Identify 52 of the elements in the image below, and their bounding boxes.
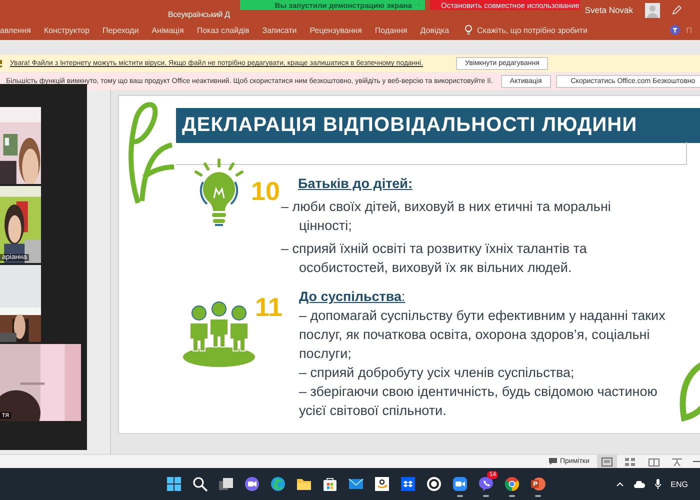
comment-icon bbox=[549, 458, 557, 465]
box-icon bbox=[400, 476, 416, 492]
ribbon-tab[interactable]: авлення bbox=[0, 26, 31, 34]
ribbon-tab[interactable]: Показ слайдів bbox=[196, 26, 250, 34]
ribbon-tab[interactable]: Довідка bbox=[420, 26, 450, 34]
item-number: 11 bbox=[255, 292, 282, 323]
ribbon-tab[interactable]: Конструктор bbox=[44, 26, 90, 34]
task-view-icon bbox=[218, 476, 234, 492]
mail-icon bbox=[348, 476, 364, 492]
ribbon-tab[interactable]: Анімація bbox=[152, 26, 184, 34]
leaf-logo-icon bbox=[126, 101, 176, 205]
presentation-app-icon bbox=[530, 476, 546, 492]
chrome-logo-icon bbox=[504, 476, 520, 492]
microphone-icon[interactable] bbox=[654, 479, 661, 489]
pen-icon[interactable] bbox=[672, 5, 682, 15]
ribbon-tab[interactable]: Подання bbox=[374, 26, 408, 34]
tell-me-search[interactable]: Скажіть, що потрібно зробити bbox=[465, 25, 588, 35]
view-button[interactable] bbox=[597, 455, 617, 468]
lightbulb-icon bbox=[465, 25, 472, 35]
section-heading: Батьків до дітей: bbox=[297, 175, 414, 193]
ribbon-tab[interactable]: Переходи bbox=[102, 26, 139, 34]
search-icon bbox=[192, 476, 208, 492]
video-camera-icon bbox=[452, 476, 468, 492]
book-view-icon bbox=[648, 456, 660, 466]
bullet-text: – сприяй їхній освіті та розвитку їхніх талантів та особистостей, виховуй їх як вільних людей. bbox=[281, 240, 588, 277]
video-chat-icon bbox=[244, 476, 260, 492]
section-heading: До суспільства: bbox=[299, 288, 406, 306]
user-name: Sveta Novak bbox=[584, 5, 633, 15]
store-bag-icon bbox=[322, 476, 338, 492]
ribbon-tab[interactable]: Рецензування bbox=[310, 26, 362, 34]
bullet-text: – допомагай суспільству бути ефективним у наданні таких послуг, як початкова освіта, охорона здоров’я, соціальні послуги; bbox=[299, 307, 666, 363]
item-number: 10 bbox=[251, 176, 280, 207]
language-indicator[interactable]: ENG bbox=[670, 480, 688, 488]
phone-bubble-icon bbox=[478, 476, 494, 492]
ring-logo-icon bbox=[426, 476, 442, 492]
folder-icon bbox=[296, 476, 312, 492]
cloud-icon[interactable] bbox=[634, 480, 645, 488]
browser-icon bbox=[270, 476, 286, 492]
normal-view-icon bbox=[601, 456, 614, 466]
warning-icon bbox=[0, 59, 4, 68]
slide-title: ДЕКЛАРАЦІЯ ВІДПОВІДАЛЬНОСТІ ЛЮДИНИ bbox=[182, 114, 638, 137]
grid-view-icon bbox=[624, 456, 636, 466]
bullet-text: – зберігаючи свою ідентичність, будь свідомою частиною усієї світової спільноти. bbox=[299, 383, 658, 420]
bullet-text: – сприяй добробуту усіх членів суспільства; bbox=[299, 364, 576, 382]
windows-logo-icon bbox=[166, 476, 182, 492]
ribbon-tab[interactable]: Записати bbox=[262, 26, 297, 34]
avatar-icon[interactable] bbox=[645, 2, 660, 18]
bullet-text: – люби своїх дітей, виховуй в них етичні та моральні цінності; bbox=[281, 198, 612, 235]
chevron-up-icon[interactable] bbox=[616, 482, 624, 486]
teams-icon[interactable] bbox=[670, 25, 680, 35]
window-title: Всеукраїнський Д bbox=[168, 10, 230, 19]
screen-stand-icon bbox=[671, 456, 684, 466]
